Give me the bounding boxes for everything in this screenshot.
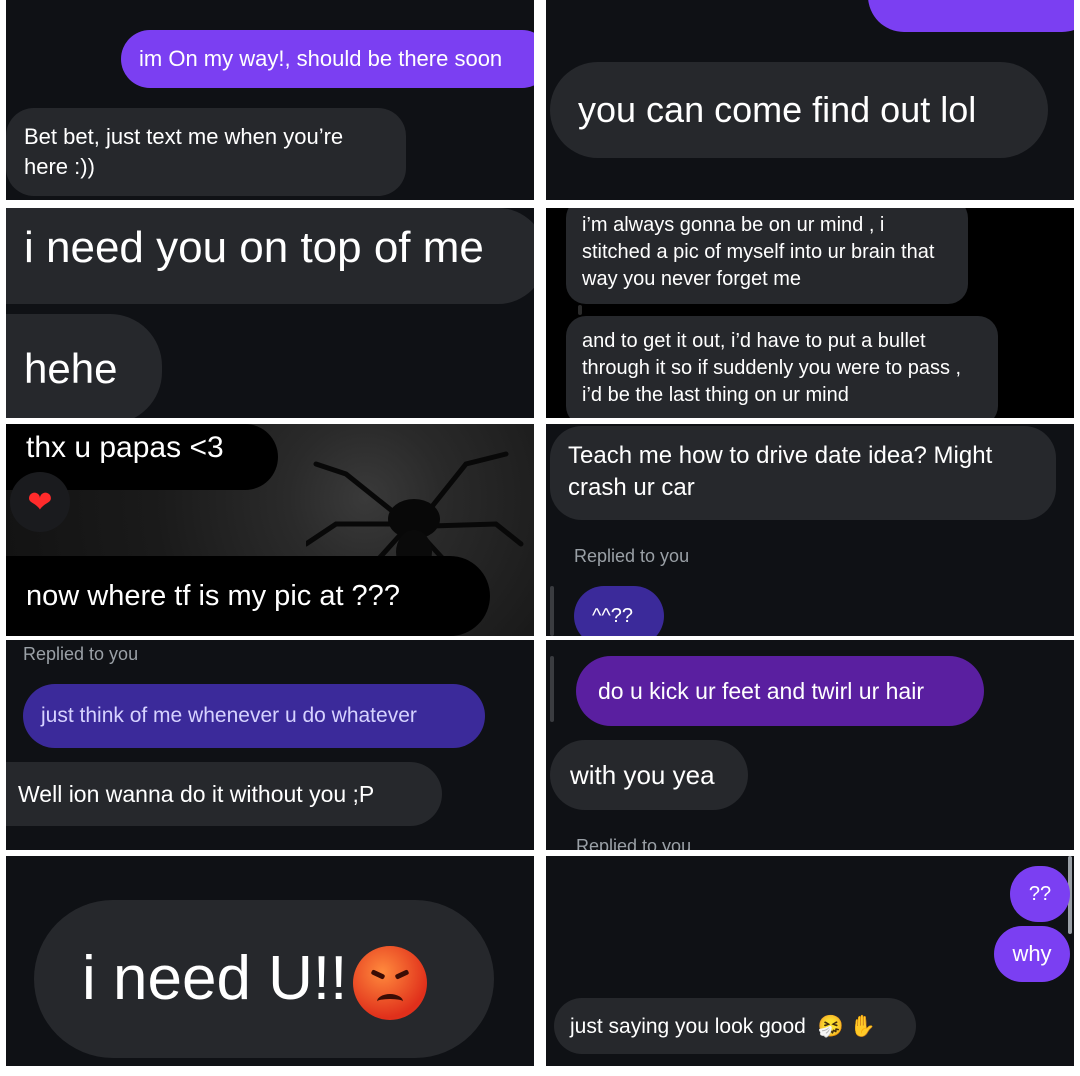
received-message[interactable]: Bet bet, just text me when you’re here :… [6, 108, 406, 196]
raised-hand-icon: ✋ [849, 1014, 876, 1038]
sent-message[interactable]: ?? [1010, 866, 1070, 922]
received-message[interactable]: with you yea [550, 740, 748, 810]
chat-tile-7: Replied to you just think of me whenever… [6, 640, 534, 850]
sent-message-cropped[interactable] [868, 0, 1074, 32]
received-message[interactable]: i need U!! [34, 900, 494, 1058]
thread-dot [578, 305, 582, 315]
reply-bar [550, 656, 554, 722]
replied-label: Replied to you [574, 546, 690, 566]
chat-tile-10: ?? why just saying you look good 🤧 ✋ [546, 856, 1074, 1066]
heart-icon: ❤ [27, 484, 53, 520]
reply-bar [550, 586, 554, 636]
replied-label-cropped: Replied to you [576, 836, 692, 850]
replied-label: Replied to you [23, 644, 139, 664]
sent-message[interactable]: why [994, 926, 1070, 982]
chat-tile-4: i’m always gonna be on ur mind , i stitc… [546, 208, 1074, 418]
chat-tile-9: i need U!! [6, 856, 534, 1066]
chat-tile-3: i need you on top of me hehe [6, 208, 534, 418]
received-message[interactable]: Teach me how to drive date idea? Might c… [550, 426, 1056, 520]
sneezing-face-icon: 🤧 [817, 1014, 844, 1038]
chat-tile-6: Teach me how to drive date idea? Might c… [546, 424, 1074, 636]
sent-message[interactable]: ^^?? [574, 586, 664, 636]
received-message[interactable]: hehe [6, 314, 162, 418]
chat-tile-2: you can come find out lol [546, 0, 1074, 200]
sent-message[interactable]: do u kick ur feet and twirl ur hair [576, 656, 984, 726]
received-message[interactable]: just saying you look good 🤧 ✋ [554, 998, 916, 1054]
received-message[interactable]: now where tf is my pic at ??? [6, 556, 490, 636]
chat-tile-8: do u kick ur feet and twirl ur hair with… [546, 640, 1074, 850]
sent-message[interactable]: just think of me whenever u do whatever [23, 684, 485, 748]
heart-reaction[interactable]: ❤ [10, 472, 70, 532]
received-message[interactable]: Well ion wanna do it without you ;P [6, 762, 442, 826]
chat-tile-1: im On my way!, should be there soon Bet … [6, 0, 534, 200]
received-message[interactable]: i need you on top of me [6, 208, 534, 304]
sent-message[interactable]: im On my way!, should be there soon [121, 30, 534, 88]
chat-tile-5: thx u papas <3 ❤ now where tf is my pic … [6, 424, 534, 636]
received-message[interactable]: you can come find out lol [550, 62, 1048, 158]
angry-face-icon [353, 945, 428, 1020]
received-message[interactable]: i’m always gonna be on ur mind , i stitc… [566, 208, 968, 304]
received-message[interactable]: and to get it out, i’d have to put a bul… [566, 316, 998, 418]
